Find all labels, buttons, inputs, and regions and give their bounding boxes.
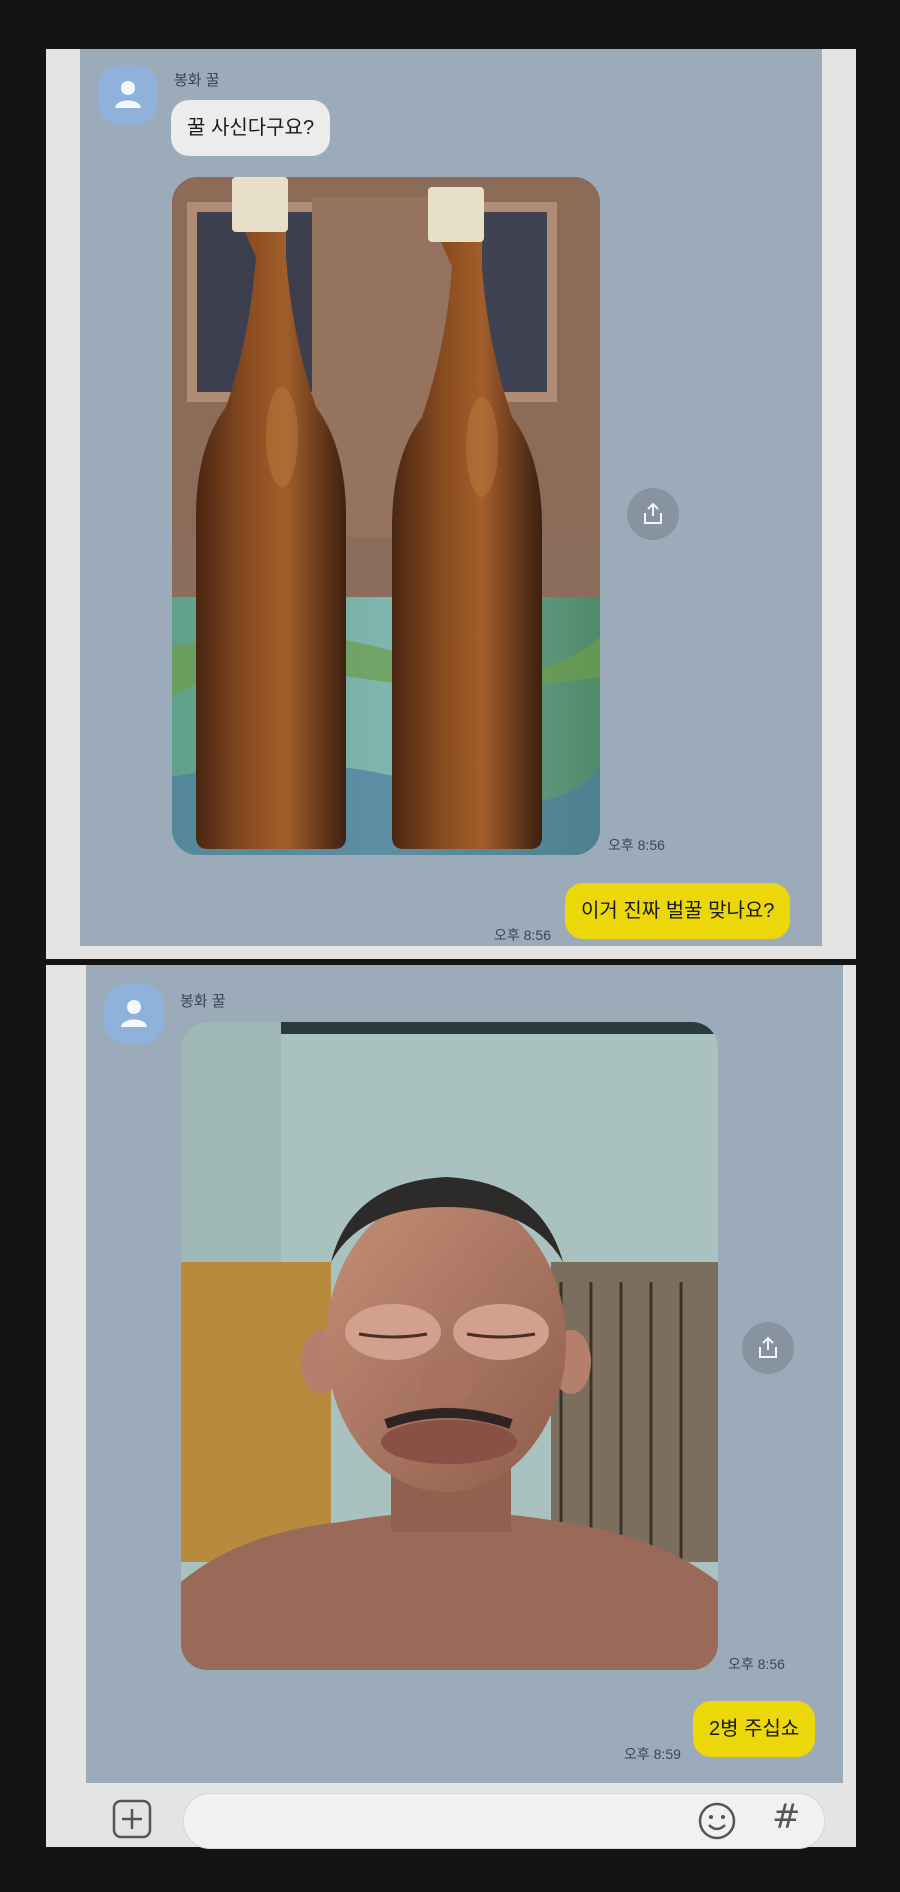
add-button[interactable] — [112, 1799, 152, 1839]
swollen-face-image — [181, 1022, 718, 1670]
outgoing-timestamp: 오후 8:59 — [624, 1746, 681, 1762]
sender-name: 봉화 꿀 — [180, 993, 226, 1010]
incoming-message-bubble[interactable]: 꿀 사신다구요? — [171, 100, 331, 156]
sender-avatar[interactable] — [98, 65, 158, 125]
sender-avatar[interactable] — [104, 984, 164, 1044]
message-input-bar: # — [46, 1783, 856, 1849]
chat-area: 봉화 꿀 꿀 사신다구요? 오후 8:56 이거 진짜 벌꿀 맞나요? 오후 8… — [80, 49, 822, 946]
chat-screenshot-2: 봉화 꿀 오후 8:56 2병 주십쇼 오후 8:59 # — [46, 965, 856, 1849]
emoji-button[interactable] — [697, 1801, 737, 1841]
photo-timestamp: 오후 8:56 — [608, 837, 665, 853]
hashtag-button[interactable]: # — [772, 1797, 801, 1837]
outgoing-timestamp: 오후 8:56 — [494, 927, 551, 943]
share-button[interactable] — [627, 488, 679, 540]
sender-name: 봉화 꿀 — [174, 72, 220, 89]
person-icon — [121, 1000, 147, 1027]
plus-square-icon — [112, 1799, 152, 1839]
outgoing-message-bubble[interactable]: 이거 진짜 벌꿀 맞나요? — [565, 883, 791, 939]
share-icon — [644, 502, 662, 524]
share-button[interactable] — [742, 1322, 794, 1374]
chat-area: 봉화 꿀 오후 8:56 2병 주십쇼 오후 8:59 — [86, 965, 843, 1783]
swollen-face-photo[interactable] — [181, 1022, 718, 1670]
smiley-icon — [698, 1802, 736, 1840]
chat-screenshot-1: 봉화 꿀 꿀 사신다구요? 오후 8:56 이거 진짜 벌꿀 맞나요? 오후 8… — [46, 49, 856, 959]
person-icon — [115, 81, 141, 108]
outgoing-message-bubble[interactable]: 2병 주십쇼 — [693, 1701, 816, 1757]
share-icon — [759, 1336, 777, 1358]
honey-bottles-image — [172, 177, 600, 855]
photo-timestamp: 오후 8:56 — [728, 1656, 785, 1672]
honey-bottles-photo[interactable] — [172, 177, 600, 855]
